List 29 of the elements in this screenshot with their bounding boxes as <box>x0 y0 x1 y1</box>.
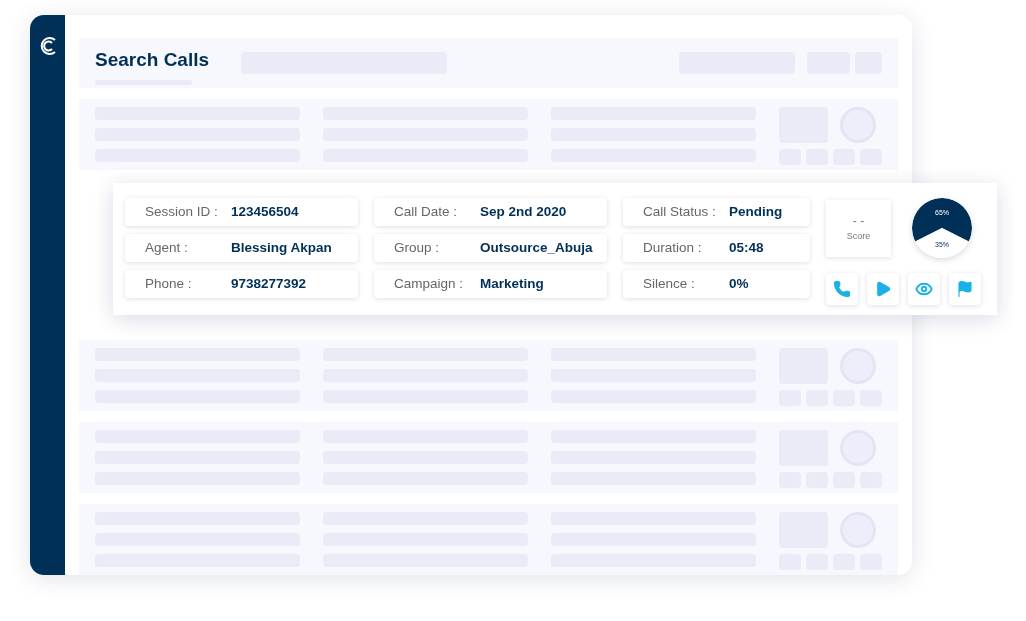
call-button[interactable] <box>826 273 858 305</box>
flag-icon <box>956 280 974 298</box>
field-value: Marketing <box>480 274 544 293</box>
field-value: Outsource_Abuja <box>480 238 593 257</box>
play-icon <box>874 280 892 298</box>
field-label: Phone : <box>145 274 193 293</box>
field-label: Call Status : <box>643 202 717 221</box>
field-label: Silence : <box>643 274 696 293</box>
field-value: Sep 2nd 2020 <box>480 202 567 221</box>
field-value: Blessing Akpan <box>231 238 332 257</box>
score-value: - - <box>852 213 865 231</box>
field-value: 123456504 <box>231 202 299 221</box>
field-value: 9738277392 <box>231 274 307 293</box>
play-button[interactable] <box>867 273 899 305</box>
field-label: Session ID : <box>145 202 219 221</box>
field-label: Agent : <box>145 238 189 257</box>
field-label: Campaign : <box>394 274 465 293</box>
score-label: Score <box>846 230 871 244</box>
field-value: 05:48 <box>729 238 764 257</box>
flag-button[interactable] <box>949 273 981 305</box>
field-value: 0% <box>729 274 749 293</box>
eye-icon <box>915 280 933 298</box>
field-label: Call Date : <box>394 202 459 221</box>
view-button[interactable] <box>908 273 940 305</box>
field-label: Duration : <box>643 238 703 257</box>
page-title: Search Calls <box>95 48 210 72</box>
phone-icon <box>833 280 851 298</box>
field-value: Pending <box>729 202 783 221</box>
field-label: Group : <box>394 238 441 257</box>
